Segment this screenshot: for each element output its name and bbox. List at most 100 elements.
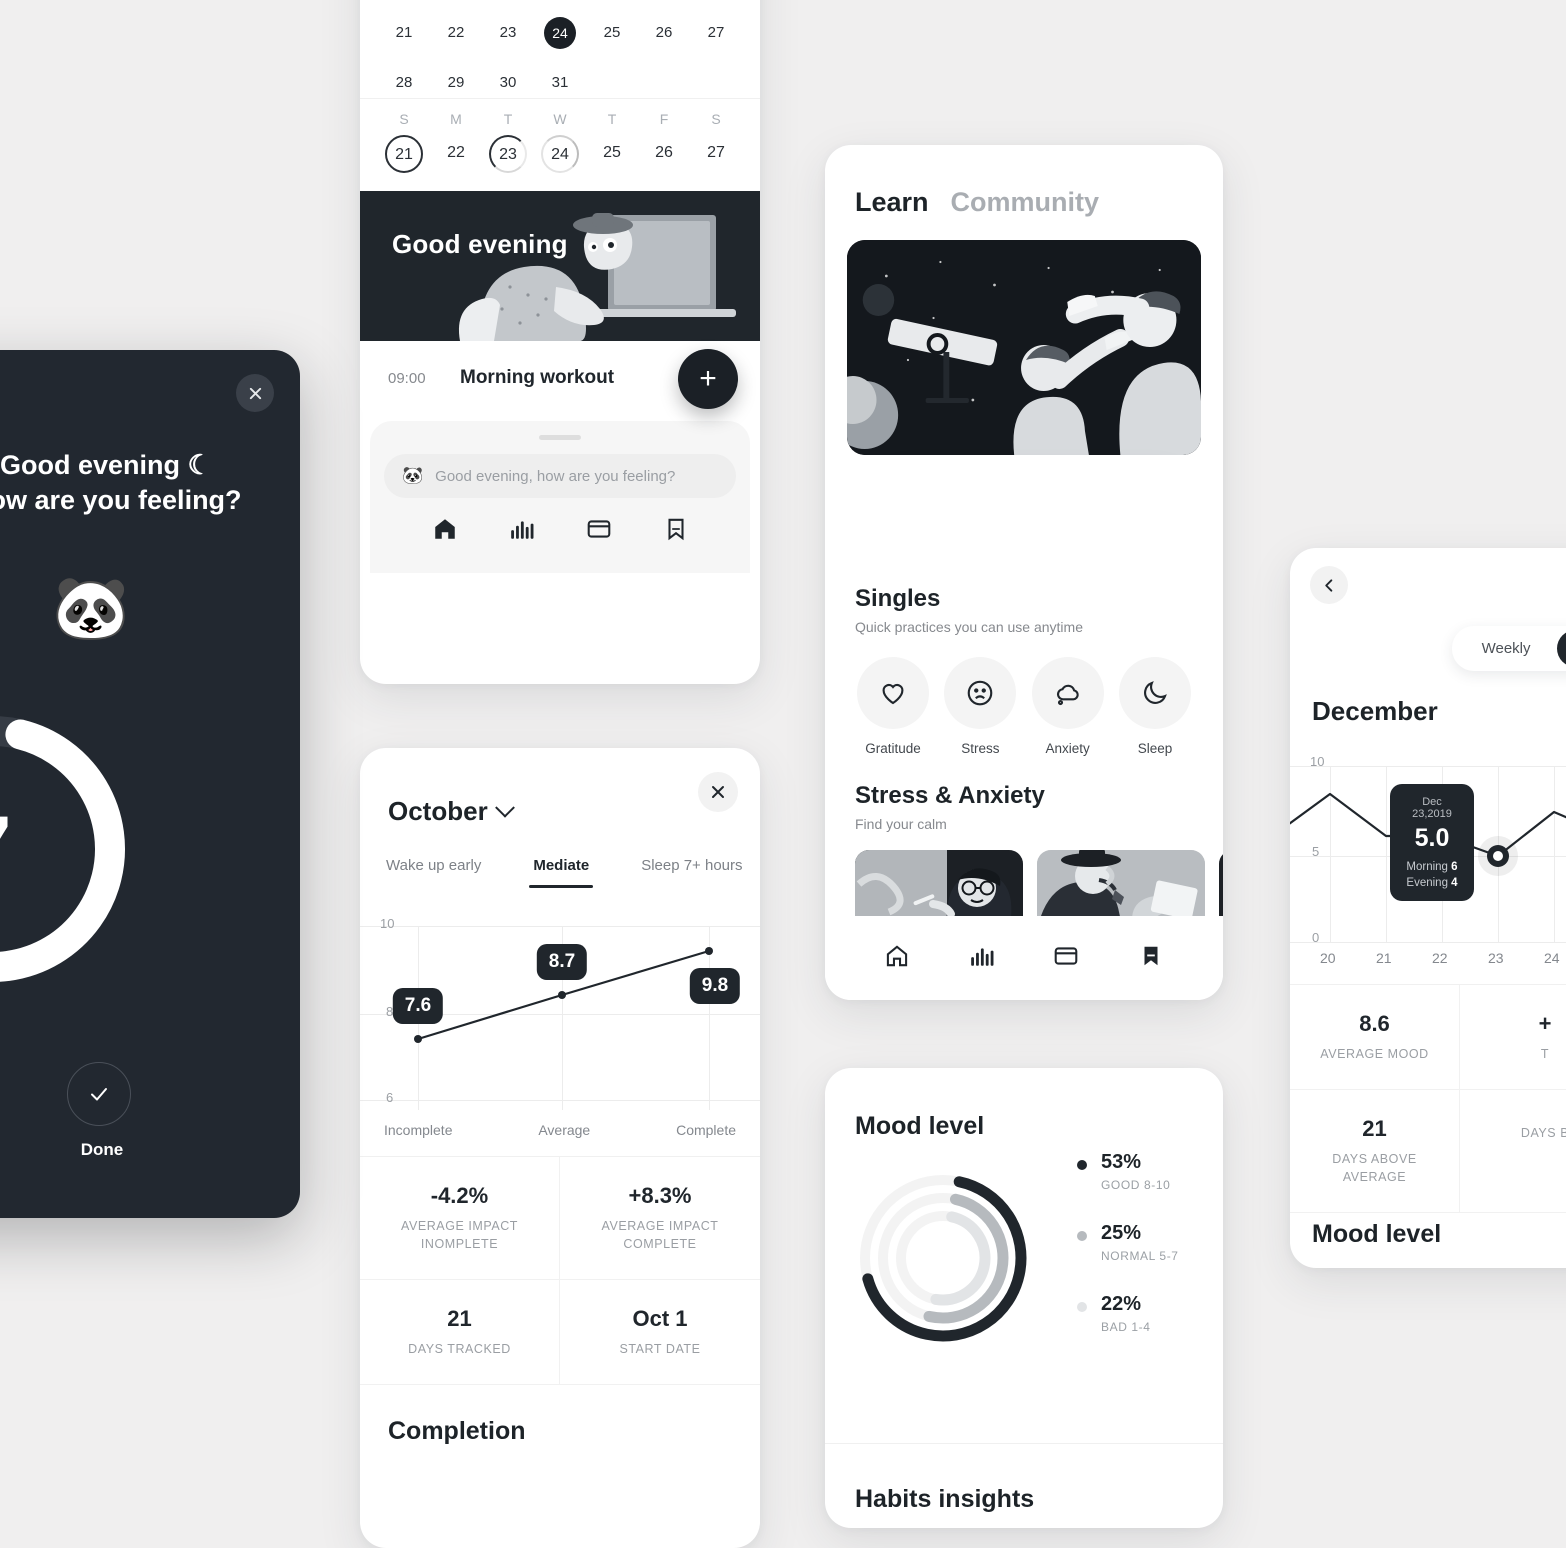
calendar-day[interactable]: 27 (690, 18, 742, 48)
calendar-day[interactable]: 31 (534, 68, 586, 98)
data-point (558, 991, 566, 999)
legend-label: BAD 1-4 (1101, 1320, 1151, 1334)
mood-entry-panel: Good evening ☾ How are you feeling? 🐼 7 … (0, 350, 300, 1218)
stat-label: AVERAGE IMPACT COMPLETE (570, 1217, 750, 1253)
tab-community[interactable]: Community (951, 187, 1100, 218)
week-day[interactable]: 22 (430, 135, 482, 175)
calendar-day[interactable]: 29 (430, 68, 482, 98)
tab-mediate[interactable]: Mediate (507, 851, 615, 888)
single-label: Anxiety (1030, 741, 1106, 756)
home-icon[interactable] (432, 516, 458, 542)
done-label: Done (47, 1140, 157, 1160)
stats-icon[interactable] (509, 516, 535, 542)
week-day[interactable]: 25 (586, 135, 638, 175)
december-mood-body: 53% GOOD 25% NORM (1290, 1249, 1566, 1268)
x-tick-average: Average (538, 1122, 590, 1138)
x-tick: 24 (1544, 950, 1560, 966)
weekday-number-row: 21 22 23 24 25 26 27 (378, 135, 742, 175)
stat-label: AVERAGE IMPACT INOMPLETE (370, 1217, 549, 1253)
week-day[interactable]: 26 (638, 135, 690, 175)
cards-icon[interactable] (586, 516, 612, 542)
data-label: 9.8 (690, 968, 740, 1004)
single-stress[interactable]: Stress (942, 657, 1018, 756)
single-label: Stress (942, 741, 1018, 756)
x-tick-complete: Complete (676, 1122, 736, 1138)
calendar-day[interactable]: 25 (586, 18, 638, 48)
close-button[interactable] (236, 374, 274, 412)
tab-learn[interactable]: Learn (855, 187, 929, 218)
december-mood-heading: Mood level (1290, 1220, 1566, 1249)
weekday-label: W (534, 111, 586, 135)
calendar-day[interactable]: 23 (482, 18, 534, 48)
data-label: 8.7 (537, 944, 587, 980)
completion-heading: Completion (360, 1385, 760, 1446)
tab-sleep[interactable]: Sleep 7+ hours (615, 851, 760, 888)
habits-insights-heading: Habits insights (855, 1485, 1034, 1514)
panda-icon: 🐼 (402, 466, 423, 486)
heart-icon (857, 657, 929, 729)
sheet-grabber[interactable] (539, 435, 581, 440)
close-button[interactable] (698, 772, 738, 812)
stat-value: 21 (370, 1306, 549, 1332)
legend-label: GOOD 8-10 (1101, 1178, 1170, 1192)
calendar-day-empty (586, 68, 638, 98)
bookmark-icon[interactable] (663, 516, 689, 542)
bookmark-icon[interactable] (1138, 943, 1164, 974)
single-sleep[interactable]: Sleep (1117, 657, 1193, 756)
moon-icon (1119, 657, 1191, 729)
stat-cell: Oct 1 START DATE (560, 1280, 760, 1385)
calendar-day-selected[interactable]: 24 (534, 18, 586, 48)
home-icon[interactable] (884, 943, 910, 974)
weekday-label: S (378, 111, 430, 135)
december-line-chart: 10 5 0 Dec 23,2019 5.0 Morning 6 Evening… (1290, 744, 1566, 974)
stats-icon[interactable] (969, 943, 995, 974)
calendar-day[interactable]: 28 (378, 68, 430, 98)
segment-weekly[interactable]: Weekly (1456, 630, 1557, 667)
x-axis-labels: Incomplete Average Complete (360, 1116, 760, 1138)
mood-level-heading: Mood level (825, 1068, 1223, 1141)
calendar-month-grid: 7 8 9 10 11 12 13 14 15 16 17 18 19 20 2… (360, 0, 760, 98)
task-row[interactable]: 09:00 Morning workout + (360, 341, 760, 409)
legend-label: NORMAL 5-7 (1101, 1249, 1179, 1263)
december-stats-card: Weekly Monthly December 10 5 0 Dec 2 (1290, 548, 1566, 1268)
mood-input[interactable]: 🐼 Good evening, how are you feeling? (384, 454, 736, 498)
singles-row: Gratitude Stress Anxiety (825, 635, 1223, 756)
back-button[interactable] (1310, 566, 1348, 604)
week-day[interactable]: 23 (482, 135, 534, 175)
done-button[interactable] (67, 1062, 131, 1126)
mood-level-card: Mood level 53% GOOD 8-10 (825, 1068, 1223, 1528)
legend-value: 25% (1101, 1222, 1179, 1245)
x-tick: 22 (1432, 950, 1448, 966)
sad-face-icon (944, 657, 1016, 729)
mood-input-placeholder: Good evening, how are you feeling? (435, 468, 675, 485)
segment-monthly[interactable]: Monthly (1557, 630, 1566, 667)
add-task-button[interactable]: + (678, 349, 738, 409)
december-mood-level: Mood level 53% GOOD (1290, 1220, 1566, 1268)
calendar-day[interactable]: 21 (378, 18, 430, 48)
single-anxiety[interactable]: Anxiety (1030, 657, 1106, 756)
check-icon (87, 1082, 111, 1106)
stress-heading: Stress & Anxiety (855, 782, 1193, 810)
week-day[interactable]: 21 (378, 135, 430, 175)
chevron-down-icon[interactable] (495, 797, 515, 817)
hero-banner[interactable]: Follow your passion Make sure you’re doi… (847, 240, 1201, 455)
bottom-nav (384, 498, 736, 542)
cards-icon[interactable] (1053, 943, 1079, 974)
stat-value: 21 (1300, 1116, 1449, 1142)
calendar-day[interactable]: 22 (430, 18, 482, 48)
week-day[interactable]: 27 (690, 135, 742, 175)
calendar-day[interactable]: 26 (638, 18, 690, 48)
tab-wake-up-early[interactable]: Wake up early (360, 851, 507, 888)
weekday-label: T (482, 111, 534, 135)
calendar-day[interactable]: 30 (482, 68, 534, 98)
calendar-day-empty (690, 68, 742, 98)
mood-donut-chart (843, 1158, 1043, 1358)
december-stat-grid: 8.6 AVERAGE MOOD + T 21 DAYS ABOVE AVERA… (1290, 984, 1566, 1213)
singles-heading: Singles (855, 585, 1193, 613)
evening-illustration (360, 191, 760, 341)
page-title[interactable]: October (388, 796, 732, 827)
calendar-greeting-card: 7 8 9 10 11 12 13 14 15 16 17 18 19 20 2… (360, 0, 760, 684)
stat-label: AVERAGE MOOD (1300, 1045, 1449, 1063)
single-gratitude[interactable]: Gratitude (855, 657, 931, 756)
week-day[interactable]: 24 (534, 135, 586, 175)
